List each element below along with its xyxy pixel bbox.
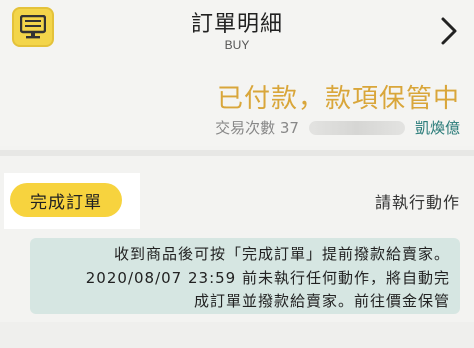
seller-name-link[interactable]: 凱煥億: [415, 117, 460, 138]
action-prompt-label: 請執行動作: [374, 193, 460, 212]
transaction-count: 交易次數 37: [215, 119, 299, 137]
order-status-section: 已付款，款項保管中 交易次數 37 凱煥億: [0, 64, 474, 146]
order-meta-row: 交易次數 37 凱煥億: [215, 117, 460, 138]
redacted-text: [308, 120, 405, 135]
order-status-title: 已付款，款項保管中: [216, 84, 460, 114]
chevron-right-icon[interactable]: [438, 16, 460, 46]
page-title: 訂單明細: [190, 12, 283, 37]
notice-line: 收到商品後可按「完成訂單」提前撥款給賣家。: [113, 245, 450, 263]
top-navigation-bar: 訂單明細 BUY: [0, 0, 474, 65]
notice-box: 收到商品後可按「完成訂單」提前撥款給賣家。 2020/08/07 23:59 前…: [30, 238, 460, 314]
bottom-spacer: [0, 322, 474, 348]
complete-order-button[interactable]: 完成訂單: [10, 183, 122, 217]
action-row: 完成訂單 請執行動作: [0, 170, 474, 230]
notice-line: 2020/08/07 23:59 前未執行任何動作，將自動完: [85, 269, 450, 287]
section-divider: [0, 150, 474, 156]
notice-line: 成訂單並撥款給賣家。前往價金保管: [193, 292, 450, 310]
page-subtitle: BUY: [224, 38, 250, 52]
